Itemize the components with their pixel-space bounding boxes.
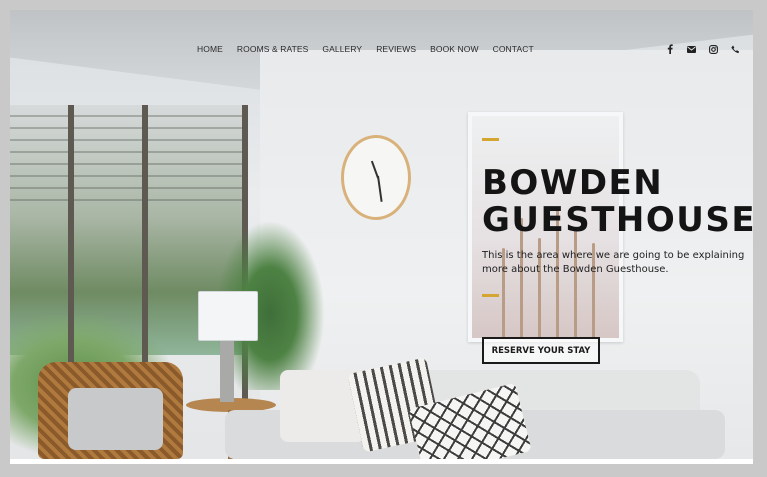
nav-links: HOME ROOMS & RATES GALLERY REVIEWS BOOK … xyxy=(197,44,548,54)
wall-clock xyxy=(341,135,411,220)
email-icon[interactable] xyxy=(687,44,696,54)
nav-link-contact[interactable]: CONTACT xyxy=(493,44,534,54)
phone-icon[interactable] xyxy=(731,44,740,54)
facebook-icon[interactable] xyxy=(665,44,674,54)
nav-link-reviews[interactable]: REVIEWS xyxy=(376,44,416,54)
social-icons xyxy=(665,44,740,54)
nav-link-gallery[interactable]: GALLERY xyxy=(322,44,362,54)
top-navigation: HOME ROOMS & RATES GALLERY REVIEWS BOOK … xyxy=(10,44,753,58)
instagram-icon[interactable] xyxy=(709,44,718,54)
hero-title-line2: GUESTHOUSE xyxy=(482,200,753,240)
nav-link-home[interactable]: HOME xyxy=(197,44,223,54)
reserve-stay-button[interactable]: RESERVE YOUR STAY xyxy=(482,337,600,364)
lamp-base xyxy=(220,340,234,402)
nav-link-rooms-rates[interactable]: ROOMS & RATES xyxy=(237,44,309,54)
hero-section: HOME ROOMS & RATES GALLERY REVIEWS BOOK … xyxy=(10,10,753,459)
lamp-shade xyxy=(198,291,258,341)
title-accent-bar xyxy=(482,138,499,141)
hero-description: This is the area where we are going to b… xyxy=(482,250,745,275)
hero-title: BOWDEN GUESTHOUSE xyxy=(482,163,753,240)
description-accent-bar xyxy=(482,294,499,297)
bottom-strip xyxy=(10,459,753,464)
nav-link-book-now[interactable]: BOOK NOW xyxy=(430,44,479,54)
hero-title-line1: BOWDEN xyxy=(482,163,664,203)
chair-cushion xyxy=(68,388,163,450)
